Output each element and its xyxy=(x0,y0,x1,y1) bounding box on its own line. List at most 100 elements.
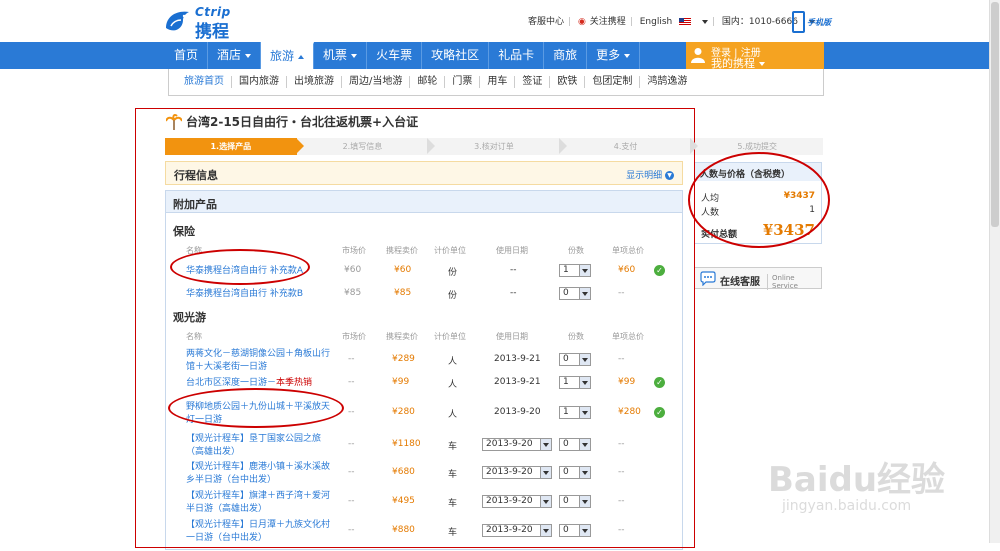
quantity-select[interactable]: 0 xyxy=(559,466,591,479)
language-dropdown-icon[interactable] xyxy=(701,19,708,24)
nav-item-2[interactable]: 旅游 xyxy=(261,42,315,69)
subnav-item-1[interactable]: 国内旅游 xyxy=(232,76,287,88)
nav-item-3[interactable]: 机票 xyxy=(314,42,368,69)
tour-product-name[interactable]: 台北市区深度一日游－本季热销 xyxy=(186,377,346,390)
market-price: -- xyxy=(348,407,355,417)
step-5: 5.成功提交 xyxy=(737,142,777,151)
weibo-icon[interactable]: ◉ xyxy=(578,17,586,27)
dropdown-arrow-icon xyxy=(540,439,551,450)
date-select[interactable]: 2013-9-20 xyxy=(482,524,552,537)
top-links: 客服中心 | ◉ 关注携程 | English | 国内：1010-6666 | xyxy=(528,14,826,27)
subnav-item-0[interactable]: 旅游首页 xyxy=(177,76,232,88)
market-price: -- xyxy=(348,439,355,449)
subnav-item-6[interactable]: 用车 xyxy=(480,76,516,88)
english-link[interactable]: English xyxy=(640,17,673,27)
tour-product-name[interactable]: 野柳地质公园＋九份山城＋平溪放天 灯一日游 xyxy=(186,401,346,427)
dropdown-arrow-icon xyxy=(579,496,590,507)
subnav-item-8[interactable]: 欧铁 xyxy=(550,76,586,88)
subnav-item-7[interactable]: 签证 xyxy=(515,76,551,88)
date-select[interactable]: 2013-9-20 xyxy=(482,466,552,479)
ctrip-price: ¥495 xyxy=(392,496,415,506)
subnav-item-3[interactable]: 周边/当地游 xyxy=(342,76,411,88)
quantity-select[interactable]: 0 xyxy=(559,524,591,537)
nav-item-6[interactable]: 礼品卡 xyxy=(489,42,545,69)
subnav-item-4[interactable]: 邮轮 xyxy=(410,76,446,88)
quantity-select[interactable]: 0 xyxy=(559,438,591,451)
unit: 车 xyxy=(448,499,458,509)
item-total: ¥60 xyxy=(618,265,636,275)
tour-product-name[interactable]: 【观光计程车】旗津＋西子湾＋爱河 半日游（高雄出发） xyxy=(186,490,346,516)
market-price: -- xyxy=(348,525,355,535)
subnav-item-9[interactable]: 包团定制 xyxy=(585,76,641,88)
person-count: 1 xyxy=(809,205,815,215)
market-price: -- xyxy=(348,377,355,387)
nav-item-label: 礼品卡 xyxy=(498,48,535,62)
tour-product-name[interactable]: 两蒋文化－慈湖铜像公园＋角板山行 馆＋大溪老街一日游 xyxy=(186,348,346,374)
quantity-select[interactable]: 1 xyxy=(559,264,591,277)
ctrip-price: ¥280 xyxy=(392,407,415,417)
nav-item-label: 攻略社区 xyxy=(431,48,480,62)
dropdown-arrow-icon xyxy=(540,525,551,536)
insurance-product-name[interactable]: 华泰携程台湾自由行 补充款A xyxy=(186,265,303,278)
page-title: 台湾2-15日自由行・台北往返机票+入台证 xyxy=(186,115,419,129)
quantity-select-value: 0 xyxy=(563,288,569,298)
dropdown-arrow-icon xyxy=(540,467,551,478)
per-person-label: 人均 xyxy=(701,194,720,204)
per-person-price: ¥3437 xyxy=(783,191,815,201)
dolphin-logo-icon xyxy=(166,11,189,31)
tour-product-name[interactable]: 【观光计程车】鹿港小镇＋溪水溪故 乡半日游（台中出发） xyxy=(186,461,346,487)
nav-item-7[interactable]: 商旅 xyxy=(544,42,588,69)
market-price: -- xyxy=(348,354,355,364)
date-select-value: 2013-9-20 xyxy=(486,467,533,477)
online-service-en: Online Service xyxy=(767,274,821,290)
chevron-down-icon xyxy=(759,62,765,66)
nav-item-4[interactable]: 火车票 xyxy=(367,42,423,69)
date-select[interactable]: 2013-9-20 xyxy=(482,495,552,508)
quantity-select[interactable]: 0 xyxy=(559,353,591,366)
tour-product-name[interactable]: 【观光计程车】垦丁国家公园之旅 （高雄出发） xyxy=(186,433,346,459)
step-3: 3.核对订单 xyxy=(474,142,514,151)
chevron-up-icon xyxy=(298,54,305,59)
quantity-select-value: 1 xyxy=(563,407,569,417)
step-1: 1.选择产品 xyxy=(165,138,297,155)
quantity-select[interactable]: 0 xyxy=(559,495,591,508)
us-flag-icon[interactable] xyxy=(679,17,692,26)
ctrip-logo[interactable]: Ctrip 携程 xyxy=(163,5,253,42)
insurance-product-name[interactable]: 华泰携程台湾自由行 补充款B xyxy=(186,288,303,301)
nav-item-0[interactable]: 首页 xyxy=(165,42,209,69)
col-header-name: 名称 xyxy=(186,246,202,255)
show-details-link[interactable]: 显示明细 ▼ xyxy=(626,168,674,181)
tour-product-name[interactable]: 【观光计程车】日月潭＋九族文化村 一日游（台中出发） xyxy=(186,519,346,545)
customer-service-link[interactable]: 客服中心 xyxy=(528,14,564,27)
hot-badge: 本季热销 xyxy=(276,378,313,388)
follow-ctrip-link[interactable]: 关注携程 xyxy=(590,14,626,27)
subnav-item-2[interactable]: 出境旅游 xyxy=(287,76,342,88)
item-total: -- xyxy=(618,467,625,477)
subnav-item-5[interactable]: 门票 xyxy=(445,76,481,88)
ctrip-price: ¥60 xyxy=(394,265,412,275)
quantity-select[interactable]: 0 xyxy=(559,287,591,300)
login-box[interactable]: 登录 | 注册 我的携程 xyxy=(686,42,824,70)
quantity-select-value: 0 xyxy=(563,354,569,364)
tour-name-line1: 野柳地质公园＋九份山城＋平溪放天 xyxy=(186,402,331,412)
nav-item-1[interactable]: 酒店 xyxy=(208,42,262,69)
quantity-select[interactable]: 1 xyxy=(559,376,591,389)
dropdown-arrow-icon xyxy=(540,496,551,507)
scrollbar[interactable] xyxy=(989,0,1000,543)
user-icon xyxy=(691,48,705,63)
quantity-select[interactable]: 1 xyxy=(559,406,591,419)
addon-products-panel: 附加产品 保险 名称 市场价 携程卖价 计价单位 使用日期 份数 单项总价 华泰携程台湾自由行 … xyxy=(165,190,683,550)
scrollbar-thumb[interactable] xyxy=(991,2,999,227)
online-service-button[interactable]: 在线客服 Online Service xyxy=(694,267,822,290)
date-select[interactable]: 2013-9-20 xyxy=(482,438,552,451)
step-arrow xyxy=(690,138,699,154)
nav-item-5[interactable]: 攻略社区 xyxy=(422,42,490,69)
chevron-down-icon xyxy=(245,53,252,58)
item-total: ¥280 xyxy=(618,407,641,417)
date-select-value: 2013-9-20 xyxy=(486,496,533,506)
ctrip-price: ¥99 xyxy=(392,377,410,387)
nav-item-8[interactable]: 更多 xyxy=(587,42,641,69)
mobile-version-link[interactable]: 手机版 xyxy=(790,11,831,35)
total-label: 实付总额 xyxy=(701,230,738,240)
subnav-item-10[interactable]: 鸿鹄逸游 xyxy=(640,76,694,88)
